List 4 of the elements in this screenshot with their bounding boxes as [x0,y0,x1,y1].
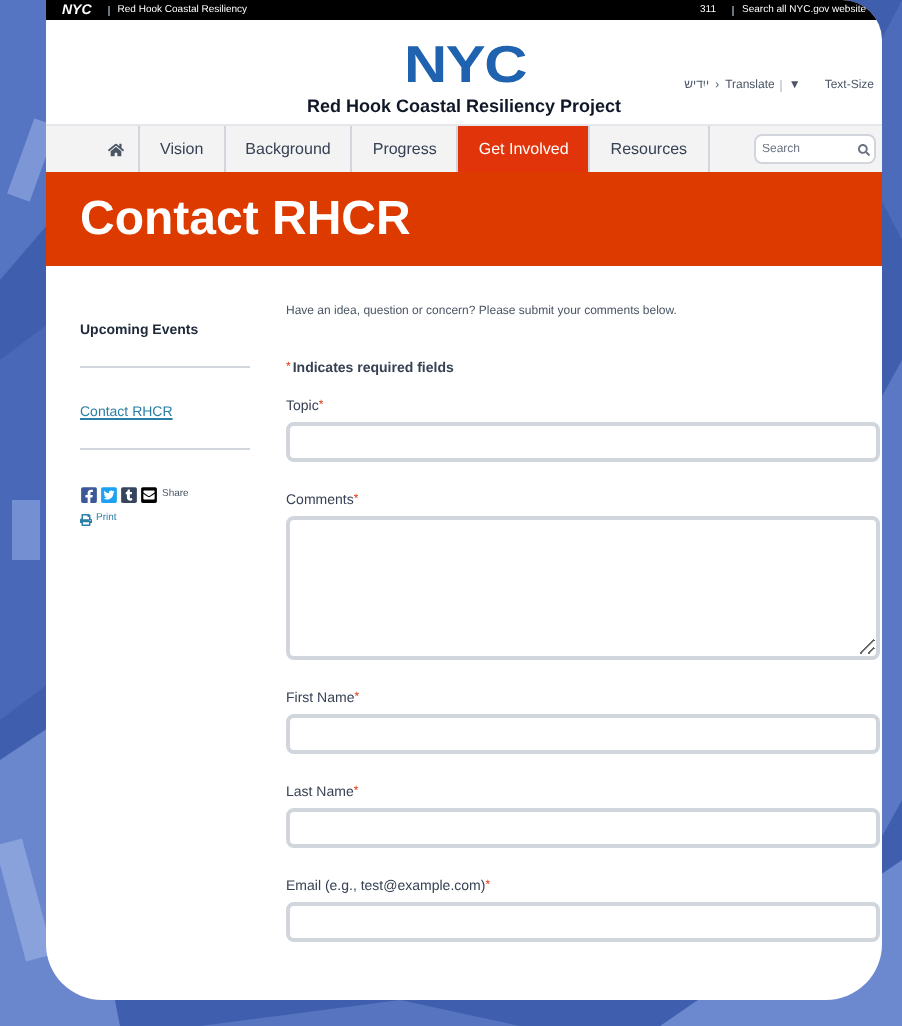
nyc-logo[interactable]: NYC [403,38,525,90]
nav-tab[interactable]: Get Involved [458,126,591,172]
page-title: Contact RHCR [80,195,411,243]
site-title: Red Hook Coastal Resiliency Project [306,98,622,116]
